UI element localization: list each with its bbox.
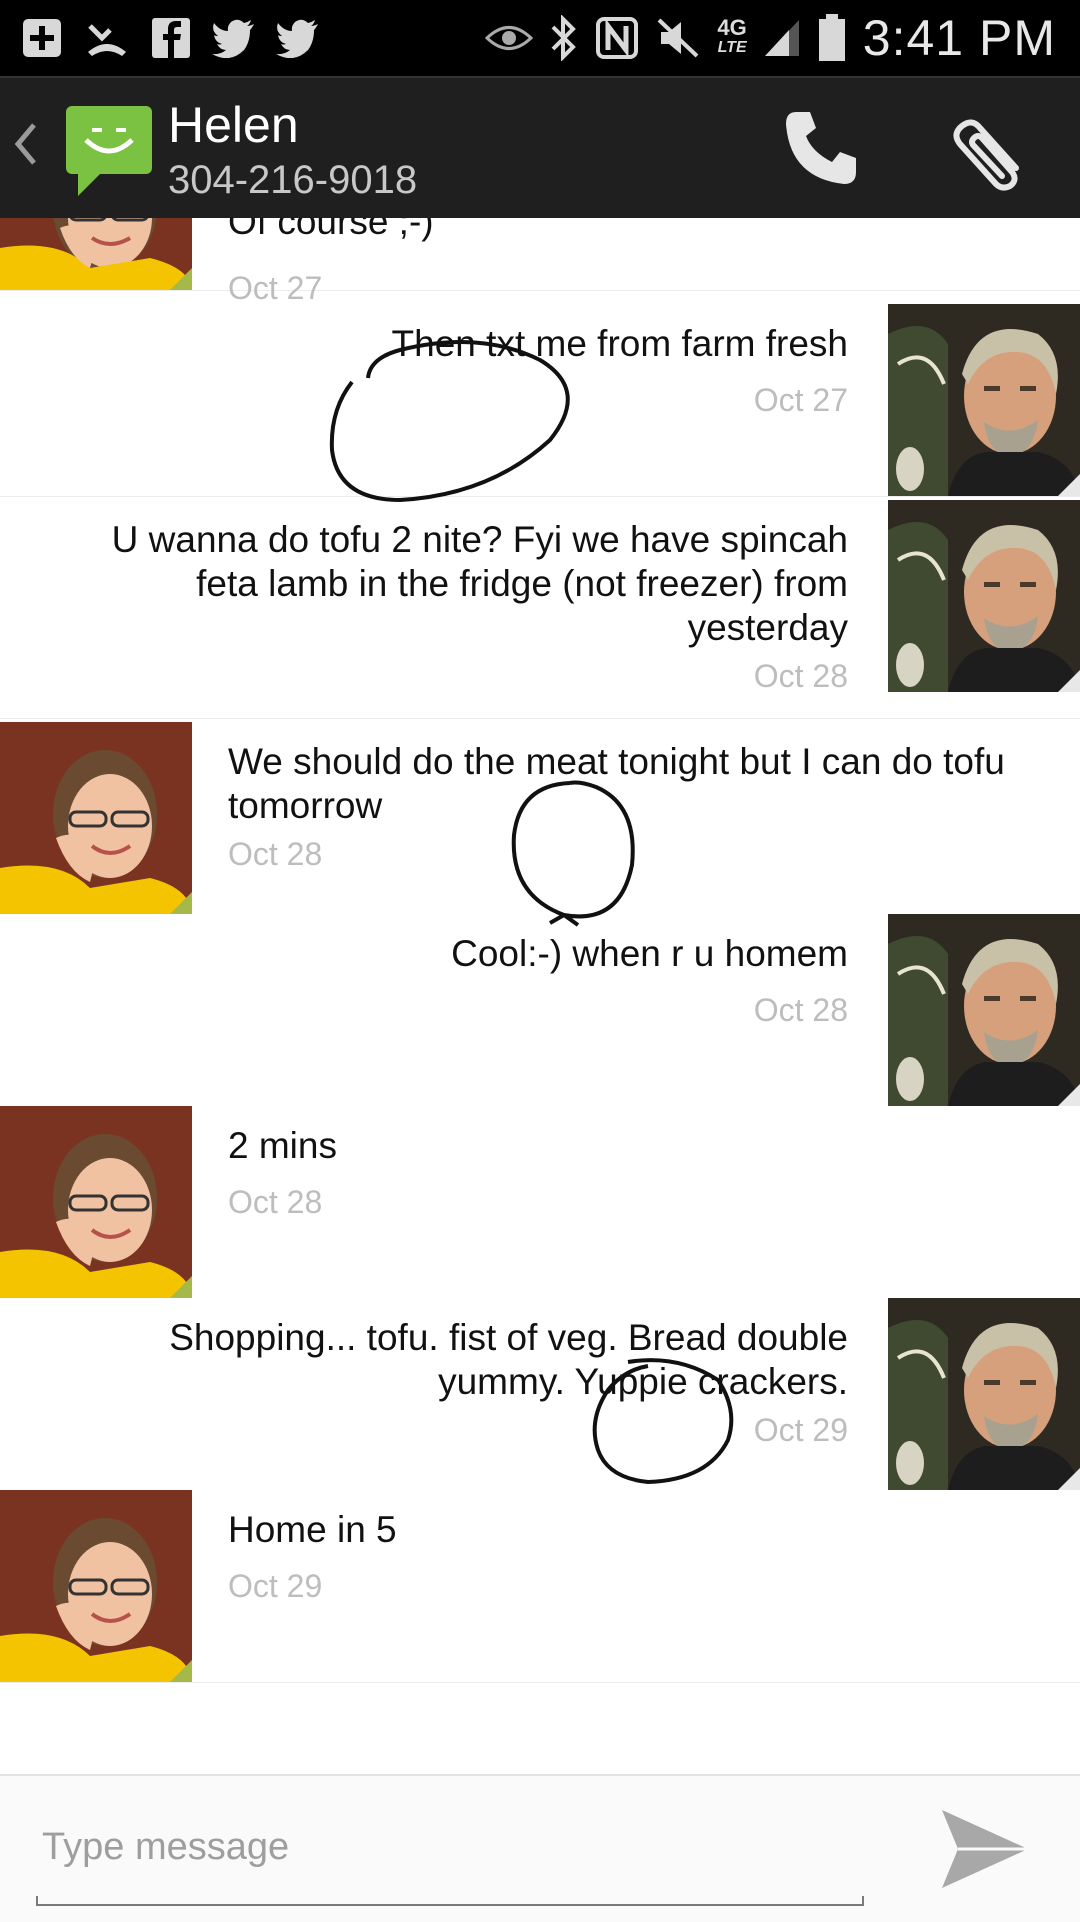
- avatar-me[interactable]: [888, 304, 1080, 496]
- plus-box-icon: [20, 16, 64, 60]
- network-type-icon: 4G LTE: [717, 15, 747, 58]
- message-date: Oct 28: [753, 992, 848, 1028]
- message-item[interactable]: Of course ;-) Oct 27: [0, 218, 1080, 306]
- bluetooth-icon: [549, 15, 579, 61]
- contact-name: Helen: [168, 97, 299, 153]
- message-date: Oct 29: [228, 1568, 323, 1604]
- message-date: Oct 29: [753, 1412, 848, 1448]
- avatar-helen[interactable]: [0, 218, 192, 290]
- message-text: We should do the meat tonight but I can …: [228, 741, 1005, 826]
- nfc-icon: [595, 16, 639, 60]
- paperclip-icon[interactable]: [946, 106, 1036, 197]
- eye-icon: [485, 23, 534, 53]
- message-item[interactable]: We should do the meat tonight but I can …: [0, 722, 1080, 915]
- avatar-me[interactable]: [888, 914, 1080, 1106]
- avatar-helen[interactable]: [0, 1106, 192, 1298]
- avatar-me[interactable]: [888, 500, 1080, 692]
- message-text: 2 mins: [228, 1125, 337, 1166]
- message-input[interactable]: [40, 1816, 864, 1878]
- message-item[interactable]: U wanna do tofu 2 nite? Fyi we have spin…: [0, 500, 1080, 719]
- message-item[interactable]: Then txt me from farm fresh Oct 27: [0, 304, 1080, 497]
- message-item[interactable]: Cool:-) when r u homem Oct 28: [0, 914, 1080, 1107]
- avatar-helen[interactable]: [0, 1490, 192, 1682]
- message-date: Oct 27: [753, 382, 848, 418]
- message-date: Oct 28: [228, 836, 323, 872]
- signal-icon: [763, 18, 801, 58]
- twitter-icon: [212, 18, 256, 58]
- message-text: U wanna do tofu 2 nite? Fyi we have spin…: [111, 519, 848, 648]
- message-item[interactable]: Shopping... tofu. fist of veg. Bread dou…: [0, 1298, 1080, 1491]
- status-time: 3:41 PM: [862, 10, 1056, 66]
- network-label: 4G: [717, 15, 747, 40]
- conversation-header: Helen 304-216-9018: [0, 76, 1080, 220]
- avatar-me[interactable]: [888, 1298, 1080, 1490]
- message-date: Oct 27: [228, 270, 323, 306]
- send-icon[interactable]: [940, 1806, 1030, 1897]
- message-date: Oct 28: [228, 1184, 323, 1220]
- message-text: Then txt me from farm fresh: [391, 323, 848, 364]
- message-text: Home in 5: [228, 1509, 397, 1550]
- message-text: Cool:-) when r u homem: [451, 933, 848, 974]
- phone-icon[interactable]: [782, 108, 862, 193]
- message-text: Of course ;-): [228, 218, 434, 242]
- avatar-helen[interactable]: [0, 722, 192, 914]
- facebook-icon: [150, 16, 192, 60]
- mute-icon: [655, 16, 701, 60]
- message-composer: [0, 1774, 1080, 1922]
- message-text: Shopping... tofu. fist of veg. Bread dou…: [169, 1317, 848, 1402]
- messaging-app-icon[interactable]: [64, 104, 154, 203]
- message-date: Oct 28: [753, 658, 848, 694]
- back-chevron-icon[interactable]: [12, 120, 38, 180]
- input-underline: [36, 1896, 864, 1906]
- twitter-icon: [276, 18, 320, 58]
- battery-icon: [817, 13, 847, 63]
- message-item[interactable]: Home in 5 Oct 29: [0, 1490, 1080, 1683]
- network-sub-label: LTE: [717, 39, 747, 56]
- missed-call-icon: [84, 16, 130, 60]
- status-bar: 4G LTE 3:41 PM: [0, 0, 1080, 76]
- message-item[interactable]: 2 mins Oct 28: [0, 1106, 1080, 1299]
- message-list[interactable]: Of course ;-) Oct 27 Then txt me from fa…: [0, 218, 1080, 1778]
- contact-phone: 304-216-9018: [168, 158, 418, 202]
